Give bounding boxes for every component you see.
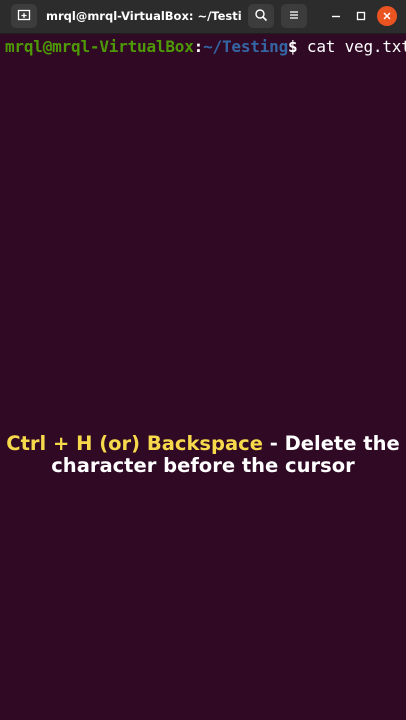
typed-command: cat veg.txt [297,37,406,56]
maximize-button[interactable] [351,6,371,26]
prompt-user-host: mrql@mrql-VirtualBox [5,37,194,56]
new-tab-button[interactable] [11,4,37,28]
prompt-path: ~/Testing [203,37,289,56]
terminal-area[interactable]: mrql@mrql-VirtualBox:~/Testing$ cat veg.… [0,34,406,720]
new-tab-icon [17,7,31,26]
prompt-line: mrql@mrql-VirtualBox:~/Testing$ cat veg.… [5,37,406,57]
close-icon [381,7,393,26]
window-title: mrql@mrql-VirtualBox: ~/Testing [46,9,242,23]
search-button[interactable] [248,4,274,28]
maximize-icon [355,7,367,26]
caption-line-1: Ctrl + H (or) Backspace - Delete the [0,433,406,455]
close-button[interactable] [377,6,397,26]
caption-description-part2: character before the cursor [51,454,355,477]
search-icon [254,7,268,26]
caption-description-part1: - Delete the [262,432,400,455]
hamburger-menu-icon [287,7,301,26]
minimize-icon [330,7,342,26]
menu-button[interactable] [281,4,307,28]
terminal-window: mrql@mrql-VirtualBox: ~/Testing mrql@mrq… [0,0,406,720]
overlay-caption: Ctrl + H (or) Backspace - Delete the cha… [0,433,406,477]
caption-shortcut: Ctrl + H (or) Backspace [6,432,263,455]
minimize-button[interactable] [326,6,346,26]
prompt-colon: : [193,37,204,56]
title-bar: mrql@mrql-VirtualBox: ~/Testing [0,0,406,34]
